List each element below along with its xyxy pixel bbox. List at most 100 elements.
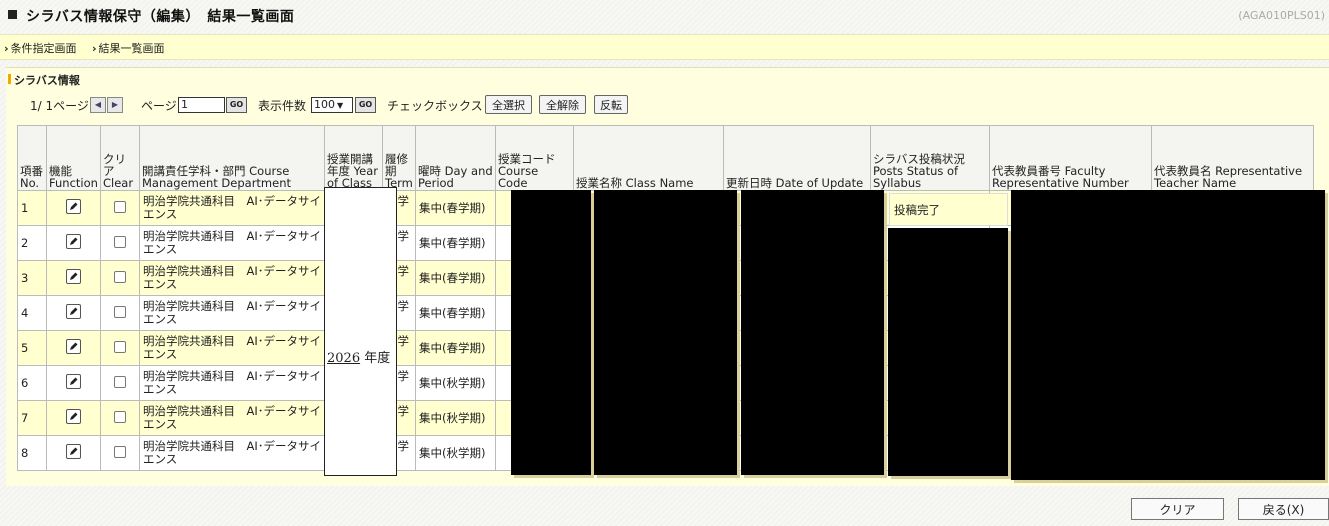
breadcrumb-condition-link[interactable]: › 条件指定画面	[4, 40, 77, 56]
chevron-down-icon: ▼	[337, 101, 344, 110]
day-period-cell: 集中(春学期)	[415, 225, 496, 261]
department-cell: 明治学院共通科目 AI･データサイエンス	[139, 435, 325, 471]
redacted-course-code	[511, 190, 591, 475]
row-no: 2	[17, 225, 47, 261]
function-cell	[46, 225, 101, 261]
clear-cell	[100, 400, 140, 436]
clear-all-button[interactable]: 全解除	[539, 95, 586, 114]
col-date-update: 更新日時 Date of Update	[723, 125, 871, 191]
post-status-cell: 投稿完了	[889, 193, 1008, 226]
page-go-button[interactable]: GO	[226, 97, 247, 113]
department-cell: 明治学院共通科目 AI･データサイエンス	[139, 330, 325, 366]
function-cell	[46, 365, 101, 401]
clear-cell	[100, 260, 140, 296]
section-accent-bar	[8, 74, 11, 84]
edit-pencil-icon[interactable]	[66, 374, 81, 389]
edit-pencil-icon[interactable]	[66, 199, 81, 214]
day-period-cell: 集中(春学期)	[415, 190, 496, 226]
row-no: 4	[17, 295, 47, 331]
col-department: 開講責任学科・部門 Course Management Department	[139, 125, 325, 191]
department-cell: 明治学院共通科目 AI･データサイエンス	[139, 295, 325, 331]
redacted-class-name	[594, 190, 737, 475]
title-bar: シラバス情報保守（編集） 結果一覧画面 (AGA010PLS01)	[0, 0, 1329, 30]
triangle-right-icon: ▶	[111, 100, 119, 109]
clear-cell	[100, 365, 140, 401]
checkbox-label: チェックボックス	[387, 99, 483, 113]
department-cell: 明治学院共通科目 AI･データサイエンス	[139, 400, 325, 436]
day-period-cell: 集中(秋学期)	[415, 400, 496, 436]
breadcrumb: › 条件指定画面 › 結果一覧画面	[0, 34, 1329, 60]
edit-pencil-icon[interactable]	[66, 269, 81, 284]
clear-checkbox[interactable]	[114, 235, 126, 248]
clear-checkbox[interactable]	[114, 445, 126, 458]
col-year: 授業開講年度 Year of Class	[324, 125, 383, 191]
year-value: 2026	[327, 351, 361, 366]
clear-checkbox[interactable]	[114, 305, 126, 318]
chevron-right-icon: ›	[4, 42, 9, 55]
row-no: 6	[17, 365, 47, 401]
year-suffix: 年度	[364, 351, 391, 366]
prev-page-button[interactable]: ◀	[90, 97, 106, 113]
col-term: 履修期 Term	[382, 125, 416, 191]
page-label: ページ	[141, 99, 177, 113]
function-cell	[46, 295, 101, 331]
col-no: 項番 No.	[17, 125, 47, 191]
redacted-teacher-info	[1011, 190, 1325, 480]
breadcrumb-result-link[interactable]: › 結果一覧画面	[92, 40, 165, 56]
screen-id: (AGA010PLS01)	[1238, 9, 1325, 22]
next-page-button[interactable]: ▶	[107, 97, 123, 113]
edit-pencil-icon[interactable]	[66, 339, 81, 354]
page-title: シラバス情報保守（編集） 結果一覧画面	[26, 9, 295, 25]
day-period-cell: 集中(秋学期)	[415, 435, 496, 471]
back-button[interactable]: 戻る(X)	[1238, 498, 1329, 520]
clear-checkbox[interactable]	[114, 270, 126, 283]
table-header-row: 項番 No. 機能 Function クリア Clear 開講責任学科・部門 C…	[17, 125, 1314, 191]
redacted-date-update	[741, 190, 884, 475]
square-bullet-icon	[8, 10, 17, 19]
edit-pencil-icon[interactable]	[66, 234, 81, 249]
col-class-name: 授業名称 Class Name	[573, 125, 724, 191]
function-cell	[46, 260, 101, 296]
clear-checkbox[interactable]	[114, 375, 126, 388]
select-all-button[interactable]: 全選択	[485, 95, 532, 114]
page-input[interactable]: 1	[178, 97, 225, 113]
edit-pencil-icon[interactable]	[66, 304, 81, 319]
function-cell	[46, 400, 101, 436]
section-title: シラバス情報	[14, 74, 80, 87]
year-cell: 2026 年度	[324, 187, 397, 476]
col-function: 機能 Function	[46, 125, 101, 191]
clear-cell	[100, 435, 140, 471]
page-info: 1/ 1ページ	[30, 99, 89, 113]
per-page-select[interactable]: 100 ▼	[311, 97, 353, 113]
redacted-post-status	[888, 228, 1008, 476]
day-period-cell: 集中(春学期)	[415, 260, 496, 296]
clear-cell	[100, 295, 140, 331]
row-no: 8	[17, 435, 47, 471]
day-period-cell: 集中(春学期)	[415, 295, 496, 331]
invert-button[interactable]: 反転	[594, 95, 628, 114]
department-cell: 明治学院共通科目 AI･データサイエンス	[139, 190, 325, 226]
clear-checkbox[interactable]	[114, 410, 126, 423]
clear-checkbox[interactable]	[114, 200, 126, 213]
col-day-period: 曜時 Day and Period	[415, 125, 496, 191]
function-cell	[46, 330, 101, 366]
function-cell	[46, 435, 101, 471]
col-course-code: 授業コード Course Code	[495, 125, 574, 191]
row-no: 1	[17, 190, 47, 226]
clear-checkbox[interactable]	[114, 340, 126, 353]
col-post-status: シラバス投稿状況 Posts Status of Syllabus	[870, 125, 990, 191]
edit-pencil-icon[interactable]	[66, 444, 81, 459]
per-page-label: 表示件数	[258, 99, 307, 113]
per-page-go-button[interactable]: GO	[355, 97, 376, 113]
clear-cell	[100, 190, 140, 226]
edit-pencil-icon[interactable]	[66, 409, 81, 424]
department-cell: 明治学院共通科目 AI･データサイエンス	[139, 225, 325, 261]
clear-cell	[100, 225, 140, 261]
day-period-cell: 集中(秋学期)	[415, 365, 496, 401]
row-no: 3	[17, 260, 47, 296]
triangle-left-icon: ◀	[94, 100, 102, 109]
day-period-cell: 集中(春学期)	[415, 330, 496, 366]
clear-button[interactable]: クリア	[1131, 498, 1224, 520]
function-cell	[46, 190, 101, 226]
clear-cell	[100, 330, 140, 366]
